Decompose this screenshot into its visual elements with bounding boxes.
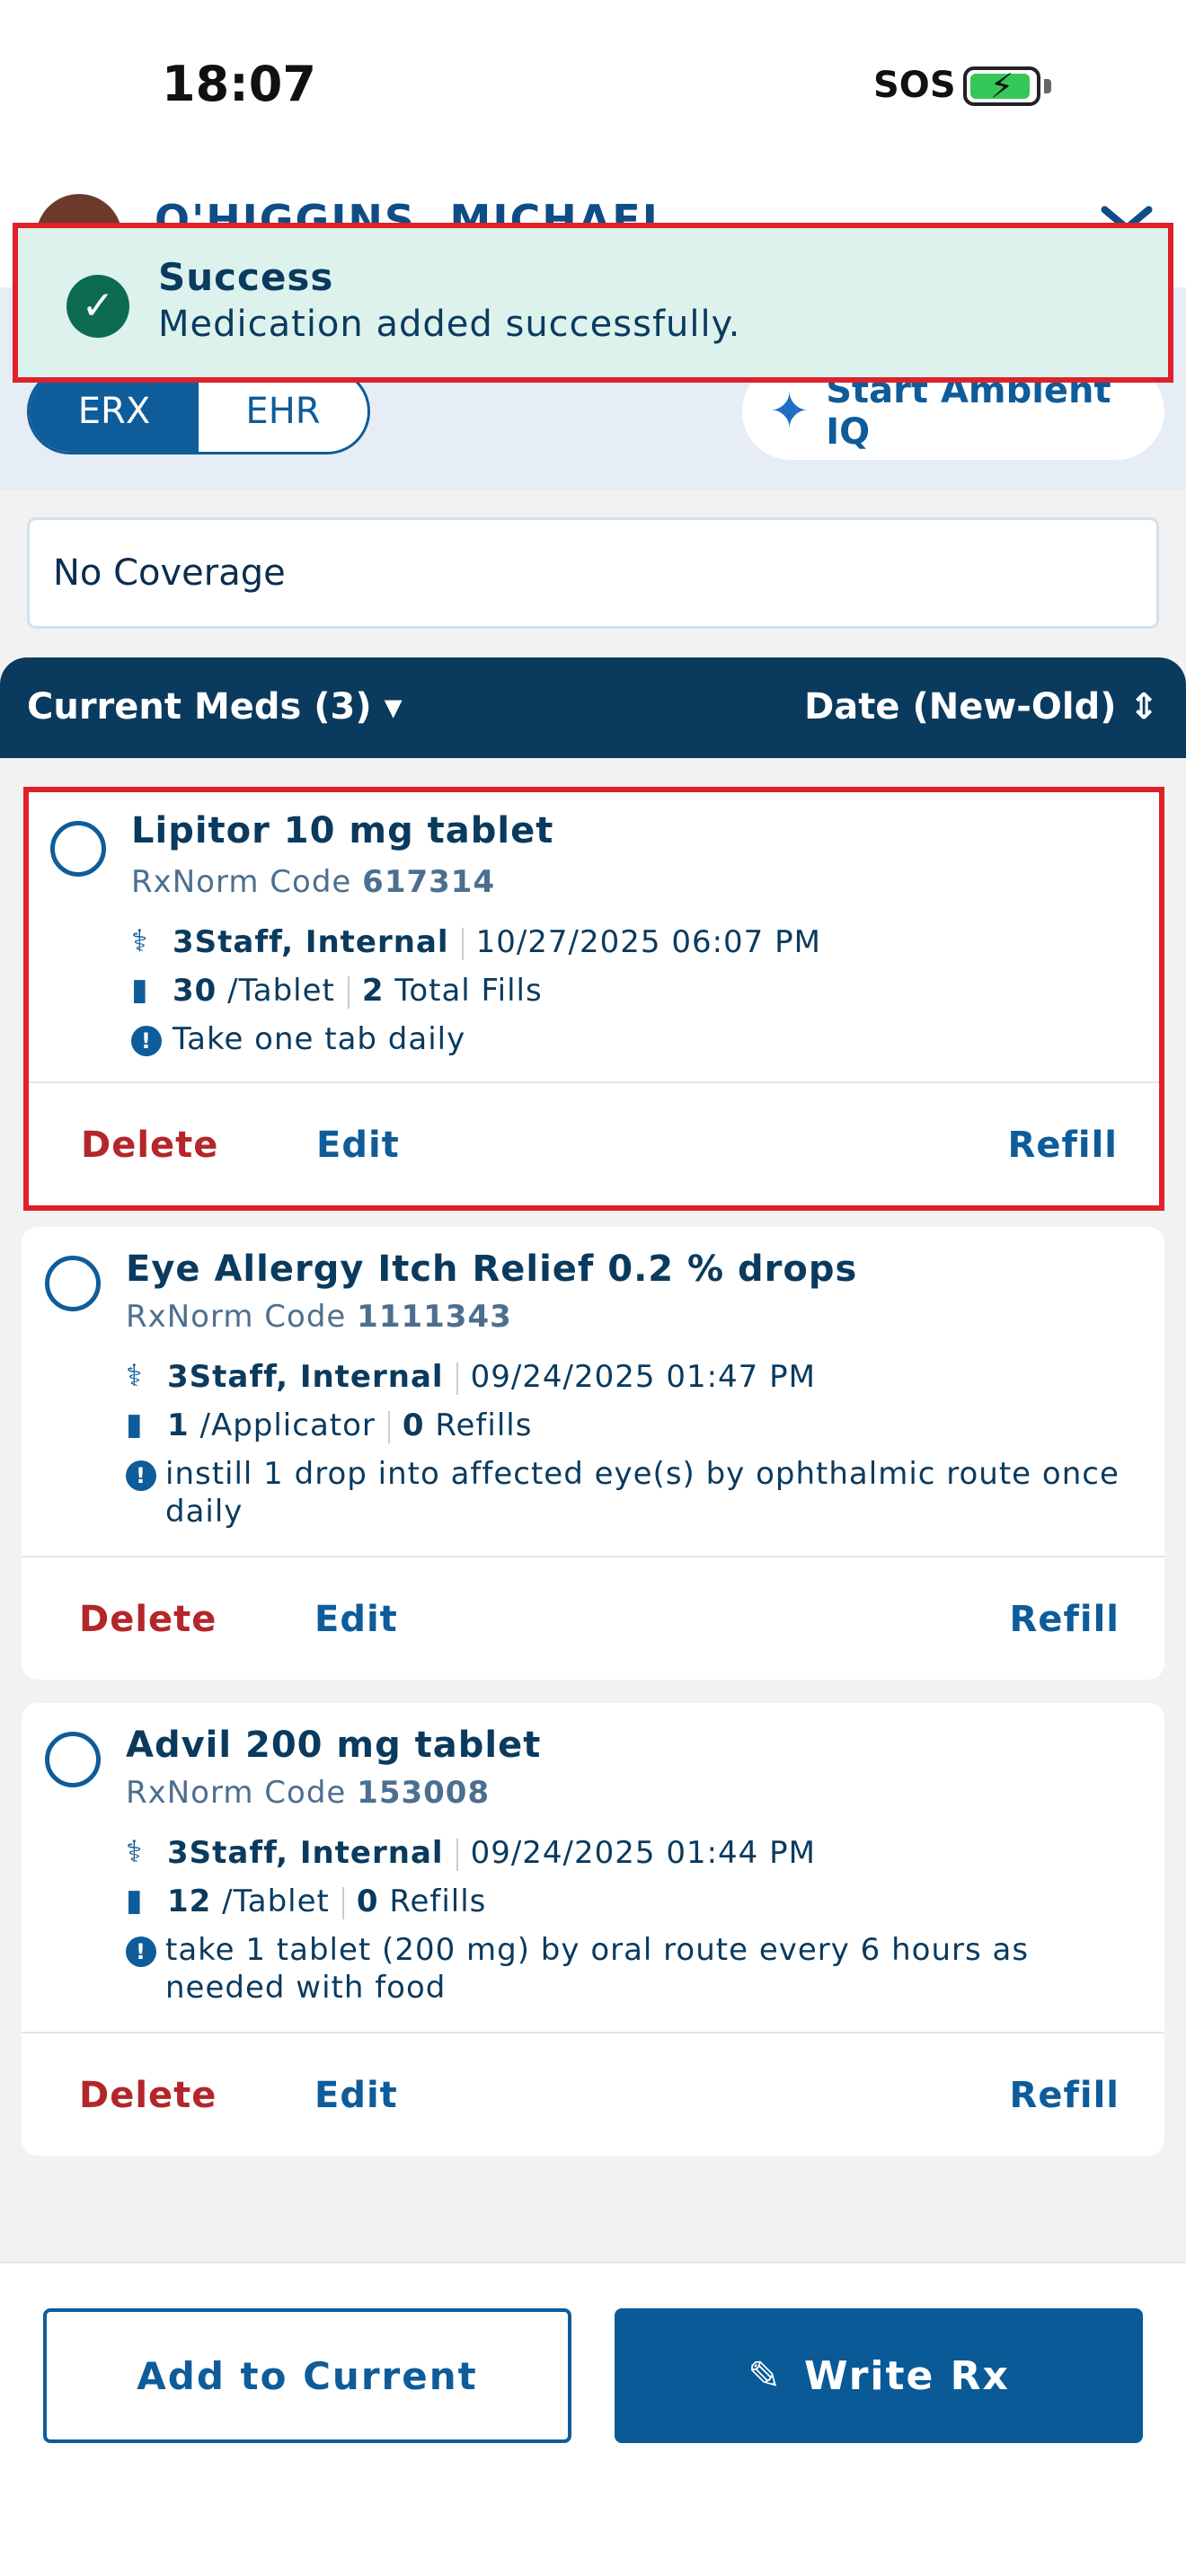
rxnorm-line: RxNorm Code 617314 xyxy=(131,864,495,900)
prescriber-line: ⚕ 3Staff, Internal 09/24/2025 01:44 PM xyxy=(126,1834,816,1872)
info-icon: ! xyxy=(126,1936,156,1967)
meds-list-header: Current Meds (3) ▾ Date (New-Old) ⇕ xyxy=(0,657,1186,758)
sparkle-icon: ✦ xyxy=(769,383,810,439)
rxnorm-code: 153008 xyxy=(357,1775,491,1811)
quantity-line: ▮ 12 /Tablet 0 Refills xyxy=(126,1883,486,1920)
sig-line: ! take 1 tablet (200 mg) by oral route e… xyxy=(126,1931,1123,2007)
med-name: Advil 200 mg tablet xyxy=(126,1725,542,1766)
refill-button[interactable]: Refill xyxy=(1008,1125,1118,1166)
sort-icon: ⇕ xyxy=(1128,686,1159,728)
fills-num: 0 xyxy=(356,1883,379,1919)
select-radio[interactable] xyxy=(50,821,106,877)
edit-button[interactable]: Edit xyxy=(314,1599,398,1640)
delete-button[interactable]: Delete xyxy=(81,1125,218,1166)
current-meds-label: Current Meds (3) xyxy=(27,686,372,728)
divider xyxy=(22,2032,1164,2033)
stethoscope-icon: ⚕ xyxy=(131,923,149,959)
med-card: Advil 200 mg tablet RxNorm Code 153008 ⚕… xyxy=(22,1703,1164,2156)
add-to-current-button[interactable]: Add to Current xyxy=(43,2308,571,2443)
qty: 30 xyxy=(173,973,217,1009)
sort-dropdown[interactable]: Date (New-Old) ⇕ xyxy=(804,686,1159,728)
success-toast[interactable]: ✓ Success Medication added successfully. xyxy=(13,223,1173,383)
fills-num: 2 xyxy=(361,973,385,1009)
med-card: Eye Allergy Itch Relief 0.2 % drops RxNo… xyxy=(22,1227,1164,1680)
med-card: Lipitor 10 mg tablet RxNorm Code 617314 … xyxy=(23,787,1164,1211)
med-name: Lipitor 10 mg tablet xyxy=(131,810,554,851)
bottle-icon: ▮ xyxy=(126,1407,144,1442)
sig-line: ! instill 1 drop into affected eye(s) by… xyxy=(126,1455,1123,1531)
divider xyxy=(29,1081,1159,1083)
delete-button[interactable]: Delete xyxy=(79,2075,217,2116)
unit: /Tablet xyxy=(222,1883,330,1919)
edit-button[interactable]: Edit xyxy=(314,2075,398,2116)
unit: /Tablet xyxy=(227,973,335,1009)
prescriber: 3Staff, Internal xyxy=(167,1835,444,1871)
prescriber-line: ⚕ 3Staff, Internal 10/27/2025 06:07 PM xyxy=(131,923,821,961)
current-meds-dropdown[interactable]: Current Meds (3) ▾ xyxy=(27,686,403,728)
select-radio[interactable] xyxy=(45,1256,101,1311)
prescriber: 3Staff, Internal xyxy=(173,924,449,960)
footer-bar: Add to Current ✎ Write Rx xyxy=(0,2262,1186,2576)
bottle-icon: ▮ xyxy=(126,1883,144,1919)
rxnorm-line: RxNorm Code 153008 xyxy=(126,1775,490,1811)
quantity-line: ▮ 1 /Applicator 0 Refills xyxy=(126,1407,532,1444)
tab-erx[interactable]: ERX xyxy=(30,371,199,452)
qty: 12 xyxy=(167,1883,212,1919)
stethoscope-icon: ⚕ xyxy=(126,1834,144,1870)
edit-button[interactable]: Edit xyxy=(316,1125,400,1166)
write-rx-label: Write Rx xyxy=(803,2352,1010,2399)
rxnorm-line: RxNorm Code 1111343 xyxy=(126,1299,512,1335)
battery-icon: ⚡ xyxy=(963,66,1040,106)
checkmark-icon: ✓ xyxy=(66,275,129,338)
toast-message: Medication added successfully. xyxy=(158,304,741,345)
divider xyxy=(22,1556,1164,1557)
rx-date: 09/24/2025 01:44 PM xyxy=(470,1835,816,1871)
delete-button[interactable]: Delete xyxy=(79,1599,217,1640)
unit: /Applicator xyxy=(199,1407,376,1443)
prescriber-line: ⚕ 3Staff, Internal 09/24/2025 01:47 PM xyxy=(126,1358,816,1396)
med-name: Eye Allergy Itch Relief 0.2 % drops xyxy=(126,1248,858,1290)
sig: take 1 tablet (200 mg) by oral route eve… xyxy=(165,1932,1030,2006)
rxnorm-code: 1111343 xyxy=(357,1299,512,1335)
prescriber: 3Staff, Internal xyxy=(167,1359,444,1395)
tab-ehr[interactable]: EHR xyxy=(199,371,367,452)
status-sos: SOS xyxy=(873,65,956,106)
rxnorm-code: 617314 xyxy=(362,864,496,900)
select-radio[interactable] xyxy=(45,1732,101,1787)
coverage-field[interactable]: No Coverage xyxy=(27,517,1159,629)
qty: 1 xyxy=(167,1407,190,1443)
bottle-icon: ▮ xyxy=(131,972,149,1008)
status-bar: 18:07 SOS ⚡ xyxy=(0,0,1186,180)
refill-button[interactable]: Refill xyxy=(1010,2075,1120,2116)
rxnorm-label: RxNorm Code xyxy=(131,864,352,900)
status-time: 18:07 xyxy=(162,56,316,112)
sig: instill 1 drop into affected eye(s) by o… xyxy=(165,1456,1120,1530)
info-icon: ! xyxy=(126,1460,156,1491)
rx-date: 09/24/2025 01:47 PM xyxy=(470,1359,816,1395)
fills-label: Refills xyxy=(435,1407,533,1443)
fills-num: 0 xyxy=(402,1407,425,1443)
battery-tip xyxy=(1044,79,1051,93)
sort-label: Date (New-Old) xyxy=(804,686,1117,728)
stethoscope-icon: ⚕ xyxy=(126,1358,144,1394)
caret-down-icon: ▾ xyxy=(384,686,403,728)
fills-label: Total Fills xyxy=(394,973,543,1009)
sig-line: ! Take one tab daily xyxy=(131,1020,465,1058)
rx-date: 10/27/2025 06:07 PM xyxy=(475,924,821,960)
rxnorm-label: RxNorm Code xyxy=(126,1299,347,1335)
quantity-line: ▮ 30 /Tablet 2 Total Fills xyxy=(131,972,543,1010)
write-rx-button[interactable]: ✎ Write Rx xyxy=(615,2308,1143,2443)
toast-title: Success xyxy=(158,255,334,299)
fills-label: Refills xyxy=(389,1883,487,1919)
info-icon: ! xyxy=(131,1026,162,1056)
refill-button[interactable]: Refill xyxy=(1010,1599,1120,1640)
rxnorm-label: RxNorm Code xyxy=(126,1775,347,1811)
sig: Take one tab daily xyxy=(173,1021,466,1057)
pencil-icon: ✎ xyxy=(748,2352,783,2399)
